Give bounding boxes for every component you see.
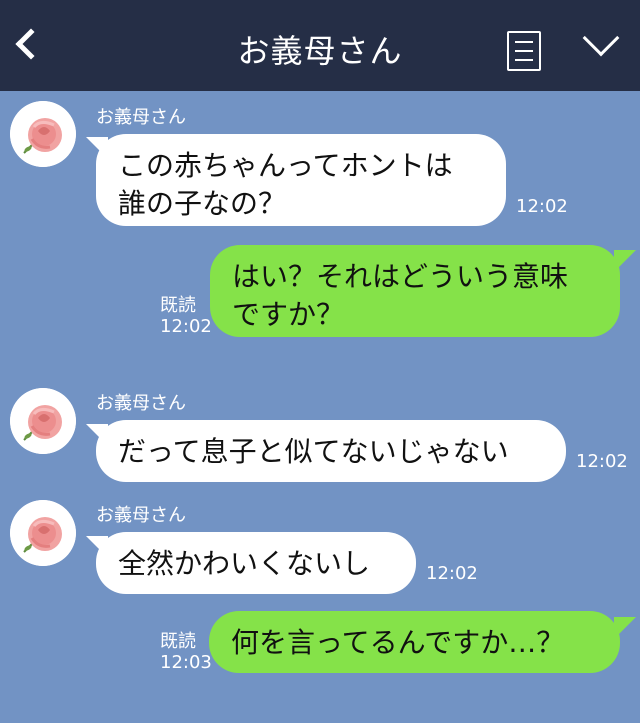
rose-icon xyxy=(10,388,76,454)
message-time: 12:02 xyxy=(160,316,212,337)
chat-title: お義母さん xyxy=(237,32,403,70)
message-text-line: 誰の子なの？ xyxy=(118,187,287,220)
avatar-rose[interactable] xyxy=(10,101,76,167)
sender-name: お義母さん xyxy=(96,393,186,414)
message-time: 12:02 xyxy=(576,451,628,472)
menu-icon[interactable] xyxy=(507,31,541,71)
message-text-line: 何を言ってるんですか…？ xyxy=(231,626,565,659)
message-bubble[interactable]: この赤ちゃんってホントは 誰の子なの？ xyxy=(96,134,506,226)
message-time: 12:02 xyxy=(516,196,568,217)
message-bubble[interactable]: 何を言ってるんですか…？ xyxy=(209,611,620,673)
message-bubble[interactable]: 全然かわいくないし xyxy=(96,532,416,594)
read-receipt: 既読 xyxy=(160,631,196,652)
avatar-rose[interactable] xyxy=(10,500,76,566)
message-text-line: 全然かわいくないし xyxy=(118,547,371,580)
message-text-line: この赤ちゃんってホントは xyxy=(118,149,453,182)
rose-icon xyxy=(10,500,76,566)
avatar-rose[interactable] xyxy=(10,388,76,454)
chat-header: お義母さん xyxy=(0,0,640,91)
message-text-line: はい？それはどういう意味 xyxy=(232,260,569,293)
message-text-line: だって息子と似てないじゃない xyxy=(118,435,509,468)
message-time: 12:02 xyxy=(426,563,478,584)
sender-name: お義母さん xyxy=(96,505,186,526)
message-bubble[interactable]: はい？それはどういう意味 ですか？ xyxy=(210,245,620,337)
message-time: 12:03 xyxy=(160,652,212,673)
rose-icon xyxy=(10,101,76,167)
message-text-line: ですか？ xyxy=(232,298,345,331)
message-bubble[interactable]: だって息子と似てないじゃない xyxy=(96,420,566,482)
read-receipt: 既読 xyxy=(160,295,196,316)
sender-name: お義母さん xyxy=(96,107,186,128)
